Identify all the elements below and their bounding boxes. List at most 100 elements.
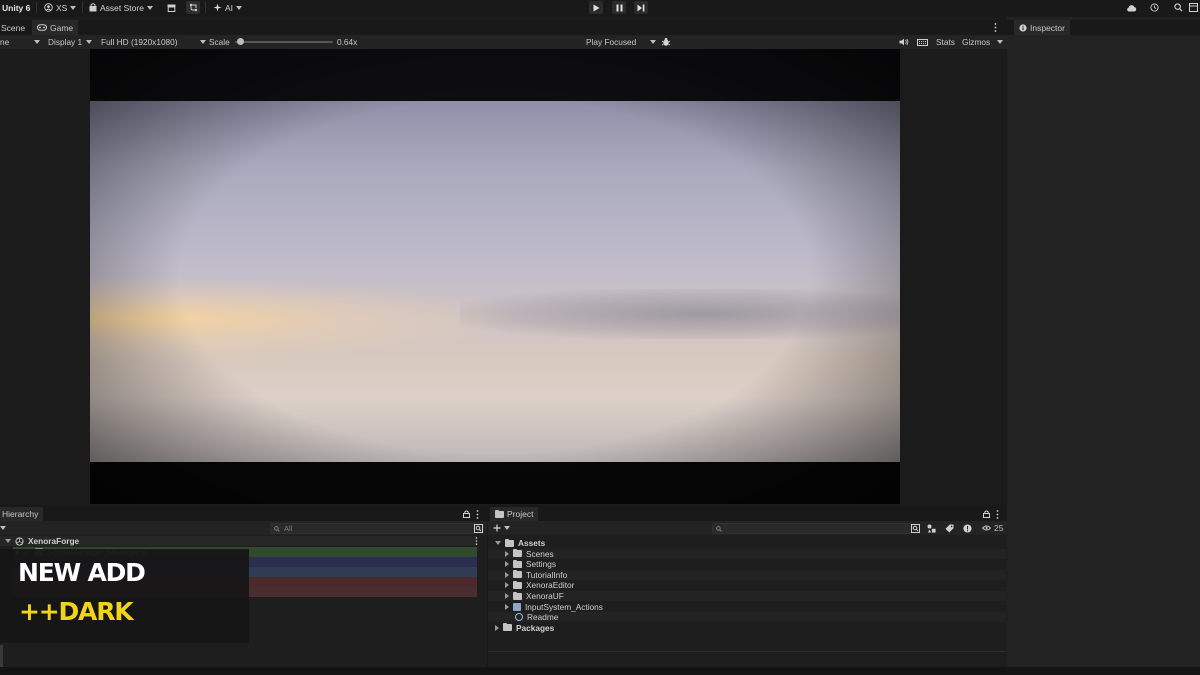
- search-icon: [1173, 3, 1183, 12]
- hierarchy-search-options[interactable]: [474, 521, 483, 535]
- asset-store-dropdown[interactable]: Asset Store: [89, 0, 153, 15]
- project-tree-item-label: XenoraEditor: [526, 580, 575, 591]
- project-tree-item-label: Scenes: [526, 548, 554, 559]
- account-label: XS: [56, 2, 68, 13]
- tag-icon: [945, 524, 954, 533]
- expand-arrow-icon[interactable]: [505, 593, 509, 599]
- filter-by-warning-button[interactable]: [963, 521, 972, 535]
- folder-icon: [505, 538, 514, 547]
- package-icon: [167, 4, 176, 12]
- ai-sparkle-icon: [213, 3, 222, 12]
- collapse-arrow-icon[interactable]: [495, 541, 501, 545]
- tab-inspector[interactable]: Inspector: [1014, 20, 1070, 35]
- game-viewport[interactable]: [90, 49, 900, 504]
- tab-game[interactable]: Game: [32, 20, 79, 35]
- warning-icon: [963, 523, 972, 533]
- scale-slider-thumb[interactable]: [236, 38, 244, 45]
- step-button[interactable]: [634, 1, 648, 14]
- debug-toggle[interactable]: [661, 35, 671, 49]
- app-title: Unity 6: [2, 2, 31, 13]
- hierarchy-more-menu[interactable]: [476, 507, 479, 521]
- expand-arrow-icon: [5, 539, 11, 543]
- cloud-button[interactable]: [1124, 1, 1138, 14]
- play-button[interactable]: [589, 1, 603, 14]
- expand-arrow-icon[interactable]: [505, 571, 509, 578]
- view-mode-dropdown[interactable]: ne: [0, 35, 40, 49]
- project-tree-item[interactable]: InputSystem_Actions: [488, 602, 1006, 612]
- project-lock-button[interactable]: [983, 507, 990, 521]
- resolution-dropdown[interactable]: Full HD (1920x1080): [101, 35, 206, 49]
- search-filter-icon: [474, 523, 483, 533]
- layout-button[interactable]: [1186, 1, 1200, 14]
- project-tree-item[interactable]: XenoraEditor: [488, 580, 1006, 590]
- project-toolbar: 25: [488, 521, 1007, 535]
- hierarchy-tabbar: Hierarchy: [0, 507, 487, 521]
- keyboard-shortcuts-toggle[interactable]: [917, 35, 928, 49]
- inspector-panel: [1007, 17, 1200, 667]
- tab-hierarchy[interactable]: Hierarchy: [0, 507, 44, 521]
- ai-dropdown[interactable]: AI: [213, 0, 243, 15]
- kebab-menu-icon: [994, 23, 997, 32]
- project-tree-item[interactable]: TutorialInfo: [488, 569, 1006, 580]
- search-button[interactable]: [1171, 1, 1185, 14]
- filter-by-label-button[interactable]: [945, 521, 954, 535]
- scene-root-row[interactable]: XenoraForge: [0, 536, 477, 546]
- project-create-dropdown[interactable]: [493, 521, 510, 535]
- project-tree-item-label: InputSystem_Actions: [525, 601, 603, 612]
- divider: [205, 2, 206, 13]
- version-control-button[interactable]: [186, 1, 200, 14]
- project-search-input[interactable]: [712, 523, 912, 534]
- game-more-menu[interactable]: [994, 20, 997, 35]
- pause-button[interactable]: [612, 1, 626, 14]
- expand-arrow-icon[interactable]: [505, 603, 509, 610]
- status-bar: [0, 667, 1200, 675]
- account-dropdown[interactable]: XS: [44, 0, 77, 15]
- hierarchy-scrollbar[interactable]: [0, 645, 3, 667]
- chevron-down-icon: [504, 526, 510, 530]
- project-more-menu[interactable]: [996, 507, 999, 521]
- expand-arrow-icon[interactable]: [505, 582, 509, 589]
- filter-by-type-button[interactable]: [927, 521, 936, 535]
- scene-game-tabbar: Scene Game: [0, 20, 1007, 35]
- gizmos-dropdown[interactable]: Gizmos: [962, 35, 1004, 49]
- hierarchy-search-placeholder: All: [284, 524, 293, 533]
- project-tree-item[interactable]: XenoraUF: [488, 591, 1006, 601]
- project-tree-item[interactable]: Assets: [488, 538, 1006, 548]
- package-manager-button[interactable]: [164, 1, 178, 14]
- search-filter-icon: [911, 523, 920, 533]
- project-tree-item[interactable]: Readme: [488, 612, 1006, 623]
- scene-more-menu[interactable]: [475, 537, 478, 545]
- history-icon: [1149, 3, 1159, 12]
- mute-audio-toggle[interactable]: [899, 35, 909, 49]
- expand-arrow-icon[interactable]: [495, 624, 499, 631]
- eye-icon: [982, 525, 991, 531]
- project-tree-item[interactable]: Scenes: [488, 548, 1006, 559]
- account-icon: [44, 3, 53, 12]
- hidden-packages-toggle[interactable]: 25: [982, 521, 1003, 535]
- hierarchy-search-input[interactable]: All: [270, 523, 475, 534]
- scale-slider-track[interactable]: [235, 38, 333, 45]
- display-dropdown[interactable]: Display 1: [48, 35, 93, 49]
- history-button[interactable]: [1147, 1, 1161, 14]
- project-tree-item[interactable]: Packages: [488, 623, 1006, 633]
- hierarchy-lock-button[interactable]: [463, 507, 470, 521]
- info-icon: [1019, 23, 1027, 32]
- play-mode-dropdown[interactable]: Play Focused: [586, 35, 657, 49]
- expand-arrow-icon[interactable]: [505, 550, 509, 557]
- project-tree-item[interactable]: Settings: [488, 559, 1006, 569]
- tab-scene-label: Scene: [1, 22, 26, 33]
- chevron-down-icon: [650, 40, 657, 44]
- promo-title: NEW ADD: [18, 558, 146, 587]
- scale-label: Scale: [209, 37, 230, 47]
- project-search-options[interactable]: [911, 521, 920, 535]
- folder-icon: [513, 570, 522, 579]
- tab-project-label: Project: [507, 509, 534, 519]
- stats-toggle[interactable]: Stats: [936, 35, 955, 49]
- hierarchy-create-dropdown[interactable]: [0, 521, 6, 535]
- ai-label: AI: [225, 2, 234, 13]
- expand-arrow-icon[interactable]: [505, 561, 509, 568]
- main-toolbar: Unity 6 XS Asset Store AI: [0, 0, 1200, 15]
- tab-scene[interactable]: Scene: [0, 20, 30, 35]
- search-icon: [716, 525, 722, 532]
- tab-project[interactable]: Project: [490, 507, 539, 521]
